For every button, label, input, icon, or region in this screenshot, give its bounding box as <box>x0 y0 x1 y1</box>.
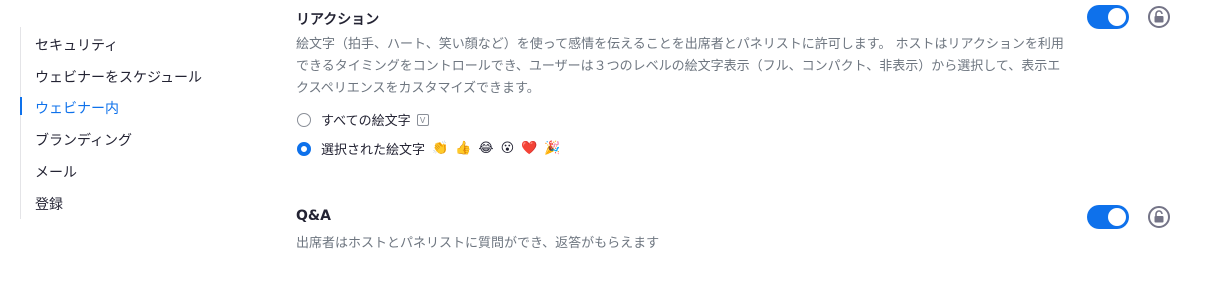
reactions-lock-icon[interactable] <box>1148 6 1170 28</box>
qa-toggle[interactable] <box>1087 205 1129 229</box>
radio-selected-emojis[interactable] <box>297 141 311 156</box>
sidebar-item-registration[interactable]: 登録 <box>35 194 63 214</box>
settings-sidebar: セキュリティ ウェビナーをスケジュール ウェビナー内 ブランディング メール 登… <box>20 27 251 219</box>
qa-description: 出席者はホストとパネリストに質問ができ、返答がもらえます <box>296 236 660 251</box>
settings-page: セキュリティ ウェビナーをスケジュール ウェビナー内 ブランディング メール 登… <box>0 0 1215 293</box>
reactions-description: 絵文字（拍手、ハート、笑い顔など）を使って感情を伝えることを出席者とパネリストに… <box>296 37 1064 96</box>
heart-emoji-icon: ❤️ <box>521 140 538 156</box>
reactions-title: リアクション <box>296 12 380 28</box>
sidebar-item-email[interactable]: メール <box>35 162 77 182</box>
party-emoji-icon: 🎉 <box>544 140 561 156</box>
toggle-knob <box>1108 8 1126 26</box>
reactions-toggle[interactable] <box>1087 5 1129 29</box>
qa-lock-icon[interactable] <box>1148 206 1170 228</box>
option-all-emojis-label: すべての絵文字 <box>321 114 411 129</box>
option-all-emojis[interactable]: すべての絵文字 V <box>297 110 429 129</box>
option-selected-emojis[interactable]: 選択された絵文字 👏 👍 😂 😮 ❤️ 🎉 <box>297 139 561 158</box>
thumbs-up-emoji-icon: 👍 <box>455 140 472 156</box>
sidebar-item-in-webinar[interactable]: ウェビナー内 <box>35 98 119 118</box>
sidebar-item-schedule-webinar[interactable]: ウェビナーをスケジュール <box>35 67 202 87</box>
sidebar-active-indicator <box>20 97 22 115</box>
surprised-emoji-icon: 😮 <box>500 140 515 156</box>
sidebar-item-security[interactable]: セキュリティ <box>35 35 118 55</box>
laugh-emoji-icon: 😂 <box>478 140 494 156</box>
radio-all-emojis[interactable] <box>297 112 311 127</box>
info-badge-icon: V <box>416 113 429 126</box>
option-selected-emojis-label: 選択された絵文字 <box>321 143 426 158</box>
clap-emoji-icon: 👏 <box>432 140 449 156</box>
qa-title: Q&A <box>296 208 331 224</box>
toggle-knob <box>1108 208 1126 226</box>
sidebar-item-branding[interactable]: ブランディング <box>35 130 132 150</box>
